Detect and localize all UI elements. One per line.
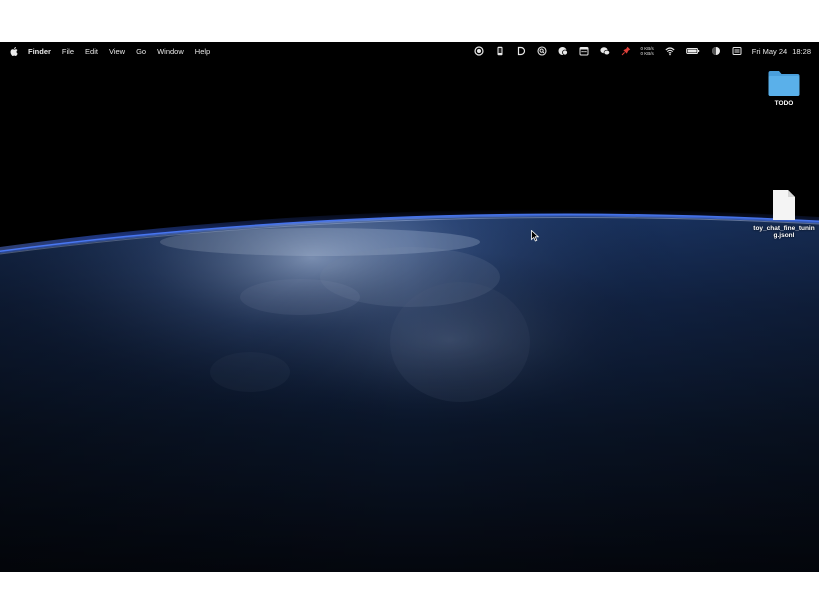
record-icon[interactable] [473, 46, 484, 56]
desktop-icon-label: TODO [774, 99, 794, 107]
wifi-icon[interactable] [665, 46, 675, 56]
wechat-icon[interactable] [599, 46, 610, 56]
menubar-clock[interactable]: Fri May 24 18:28 [752, 47, 811, 56]
clock-date: Fri May 24 [751, 46, 788, 56]
control-center-icon[interactable] [732, 46, 742, 56]
desktop-folder-todo[interactable]: TODO [751, 69, 817, 107]
desktop-file-jsonl[interactable]: toy_chat_fine_tuning.jsonl [751, 188, 817, 240]
cloud-copy-icon[interactable] [558, 46, 568, 56]
document-icon [773, 190, 795, 220]
menu-help[interactable]: Help [195, 47, 210, 56]
pin-icon[interactable] [621, 46, 631, 56]
control-icon[interactable] [711, 46, 721, 56]
menu-edit[interactable]: Edit [85, 47, 98, 56]
battery-icon[interactable] [685, 46, 700, 56]
calendar-icon[interactable] [579, 46, 589, 56]
phone-icon[interactable] [495, 46, 505, 56]
menu-file[interactable]: File [62, 47, 74, 56]
apple-menu-icon[interactable] [10, 46, 18, 56]
menu-view[interactable]: View [109, 47, 125, 56]
network-speed-meter[interactable]: 0 KB/s 0 KB/s [641, 46, 654, 56]
clock-time: 18:28 [792, 46, 811, 56]
dash-d-icon[interactable] [516, 46, 526, 56]
network-download-speed: 0 KB/s [640, 51, 654, 56]
wallpaper-earth [0, 42, 819, 572]
folder-icon [768, 71, 800, 96]
desktop-screen: Finder File Edit View Go Window Help 0 K… [0, 42, 819, 572]
menu-window[interactable]: Window [157, 47, 184, 56]
menu-bar: Finder File Edit View Go Window Help 0 K… [0, 42, 819, 60]
menu-go[interactable]: Go [136, 47, 146, 56]
search-badge-icon[interactable] [536, 46, 547, 56]
mouse-cursor-icon [531, 230, 539, 242]
desktop-icon-label: toy_chat_fine_tuning.jsonl [753, 224, 815, 240]
app-menu-finder[interactable]: Finder [28, 47, 51, 56]
